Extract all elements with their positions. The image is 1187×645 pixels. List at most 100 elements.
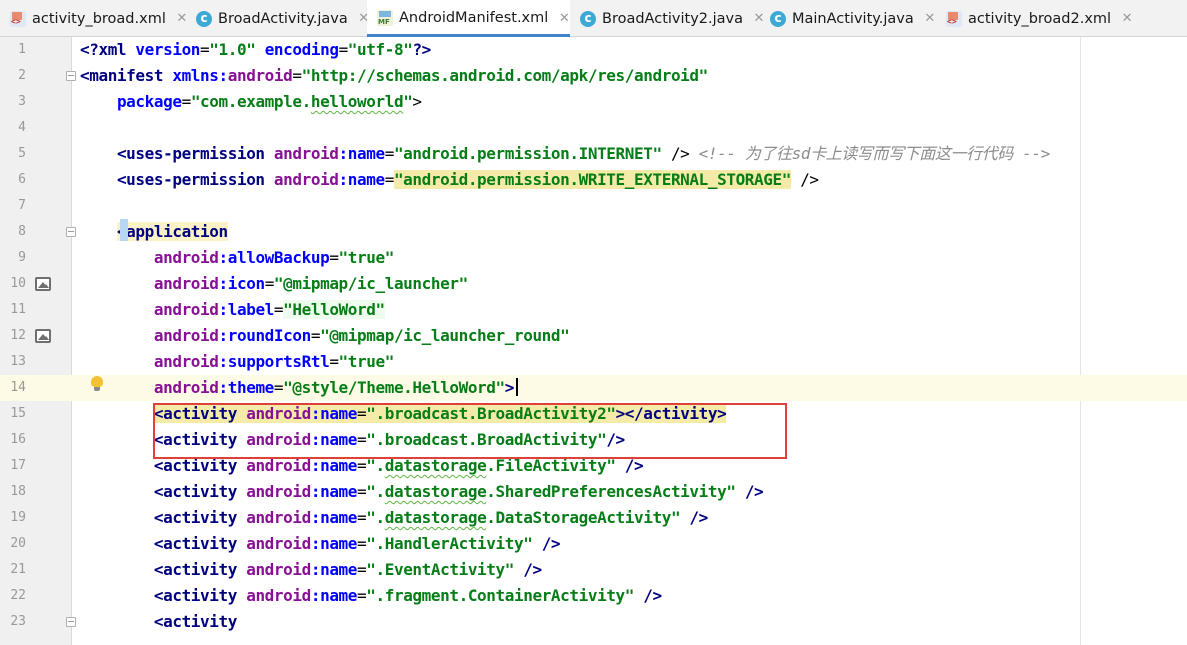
code-line[interactable]: 18 <activity android:name=".datastorage.… xyxy=(0,479,1187,505)
code-text[interactable]: package="com.example.helloworld"> xyxy=(80,89,422,115)
code-token: = xyxy=(384,144,395,163)
code-text[interactable]: <activity android:name=".fragment.Contai… xyxy=(80,583,662,609)
code-line[interactable]: 14 android:theme="@style/Theme.HelloWord… xyxy=(0,375,1187,401)
code-text[interactable]: <application xyxy=(80,219,228,245)
code-token: datastorage xyxy=(384,508,487,527)
lightbulb-icon[interactable] xyxy=(91,376,103,392)
code-token: android xyxy=(153,352,219,371)
image-preview-icon[interactable] xyxy=(35,329,51,343)
close-icon[interactable]: ✕ xyxy=(558,11,570,26)
code-line[interactable]: 1 <?xml version="1.0" encoding="utf-8"?> xyxy=(0,37,1187,63)
code-token: <activity xyxy=(153,560,247,579)
fold-toggle-icon[interactable] xyxy=(66,227,76,237)
code-token: :name xyxy=(310,534,358,553)
code-text[interactable]: android:theme="@style/Theme.HelloWord"> xyxy=(80,375,518,401)
close-icon[interactable]: ✕ xyxy=(924,11,936,26)
code-token: /> xyxy=(790,170,819,189)
code-token: :label xyxy=(218,300,275,319)
image-preview-icon[interactable] xyxy=(35,277,51,291)
code-line[interactable]: 20 <activity android:name=".HandlerActiv… xyxy=(0,531,1187,557)
code-token: android xyxy=(246,534,311,553)
code-editor[interactable]: 1 <?xml version="1.0" encoding="utf-8"?> 2… xyxy=(0,37,1187,645)
code-line[interactable]: 6 <uses-permission android:name="android… xyxy=(0,167,1187,193)
code-token: = xyxy=(357,508,367,527)
tab-broad-activity-java[interactable]: BroadActivity.java ✕ xyxy=(186,0,370,37)
code-token: :name xyxy=(338,144,386,163)
code-token: = xyxy=(357,586,367,605)
code-token: "true" xyxy=(338,352,395,371)
tab-activity-broad2-xml[interactable]: activity_broad2.xml ✕ xyxy=(936,0,1133,37)
code-token: helloworld xyxy=(310,92,404,111)
fold-toggle-icon[interactable] xyxy=(66,71,76,81)
code-token: = xyxy=(329,248,339,267)
code-line[interactable]: 4 xyxy=(0,115,1187,141)
xml-file-icon xyxy=(946,10,962,27)
code-token: :name xyxy=(310,482,358,501)
code-line[interactable]: 21 <activity android:name=".EventActivit… xyxy=(0,557,1187,583)
code-line[interactable]: 5 <uses-permission android:name="android… xyxy=(0,141,1187,167)
tab-label: BroadActivity.java xyxy=(218,10,348,27)
code-line[interactable]: 3 package="com.example.helloworld"> xyxy=(0,89,1187,115)
code-token: .DataStorageActivity" xyxy=(486,508,681,527)
code-token: ". xyxy=(366,508,385,527)
java-class-icon xyxy=(580,10,596,27)
code-token: "HelloWord" xyxy=(283,300,385,319)
code-line[interactable]: 9 android:allowBackup="true" xyxy=(0,245,1187,271)
code-token: "utf-8" xyxy=(347,40,413,59)
code-text[interactable]: <manifest xmlns:android="http://schemas.… xyxy=(80,63,708,89)
code-text[interactable]: <activity android:name=".datastorage.Sha… xyxy=(80,479,764,505)
code-token: "android.permission.WRITE_EXTERNAL_STORA… xyxy=(393,170,791,189)
line-number: 6 xyxy=(18,172,26,187)
code-line[interactable]: 7 xyxy=(0,193,1187,219)
code-token: /> xyxy=(661,144,699,163)
line-number: 4 xyxy=(18,120,26,135)
code-token: "@mipmap/ic_launcher_round" xyxy=(320,326,570,345)
code-token: /> xyxy=(680,508,708,527)
code-text[interactable]: android:icon="@mipmap/ic_launcher" xyxy=(80,271,468,297)
code-token: encoding xyxy=(264,40,339,59)
code-token: ".HandlerActivity" xyxy=(366,534,533,553)
code-text[interactable]: <activity android:name=".datastorage.Dat… xyxy=(80,505,708,531)
close-icon[interactable]: ✕ xyxy=(1121,11,1133,26)
code-token: > xyxy=(504,378,515,397)
tab-activity-broad-xml[interactable]: activity_broad.xml ✕ xyxy=(0,0,188,37)
code-token: .SharedPreferencesActivity" xyxy=(486,482,736,501)
code-token: = xyxy=(357,534,367,553)
java-class-icon xyxy=(196,10,212,27)
code-text[interactable]: <uses-permission android:name="android.p… xyxy=(80,141,1050,167)
code-line[interactable]: 19 <activity android:name=".datastorage.… xyxy=(0,505,1187,531)
code-line[interactable]: 22 <activity android:name=".fragment.Con… xyxy=(0,583,1187,609)
code-text[interactable]: android:allowBackup="true" xyxy=(80,245,394,271)
code-token: android xyxy=(246,482,311,501)
line-number: 23 xyxy=(10,614,26,629)
code-token: :name xyxy=(310,508,358,527)
code-text[interactable]: <uses-permission android:name="android.p… xyxy=(80,167,819,193)
code-text[interactable]: <activity xyxy=(80,609,238,635)
code-line[interactable]: 13 android:supportsRtl="true" xyxy=(0,349,1187,375)
code-line[interactable]: 10 android:icon="@mipmap/ic_launcher" xyxy=(0,271,1187,297)
code-text[interactable]: android:roundIcon="@mipmap/ic_launcher_r… xyxy=(80,323,570,349)
code-line[interactable]: 23 <activity xyxy=(0,609,1187,635)
code-line[interactable]: 2 <manifest xmlns:android="http://schemas… xyxy=(0,63,1187,89)
code-token: android xyxy=(153,378,219,397)
code-text[interactable]: android:label="HelloWord" xyxy=(80,297,385,323)
code-token: = xyxy=(181,92,192,111)
code-line[interactable]: 11 android:label="HelloWord" xyxy=(0,297,1187,323)
line-number: 16 xyxy=(10,432,26,447)
code-line[interactable]: 8 <application xyxy=(0,219,1187,245)
code-text[interactable]: android:supportsRtl="true" xyxy=(80,349,394,375)
fold-toggle-icon[interactable] xyxy=(66,617,76,627)
tab-android-manifest-xml[interactable]: AndroidManifest.xml ✕ xyxy=(367,0,571,37)
code-line[interactable]: 12 android:roundIcon="@mipmap/ic_launche… xyxy=(0,323,1187,349)
tab-broad-activity2-java[interactable]: BroadActivity2.java ✕ xyxy=(570,0,765,37)
code-token: <uses-permission xyxy=(116,170,274,189)
line-number: 8 xyxy=(18,224,26,239)
line-number: 1 xyxy=(18,42,26,57)
tab-main-activity-java[interactable]: MainActivity.java ✕ xyxy=(760,0,936,37)
code-text[interactable]: <?xml version="1.0" encoding="utf-8"?> xyxy=(80,37,431,63)
code-text[interactable]: <activity android:name=".HandlerActivity… xyxy=(80,531,561,557)
code-text[interactable]: <activity android:name=".EventActivity" … xyxy=(80,557,542,583)
